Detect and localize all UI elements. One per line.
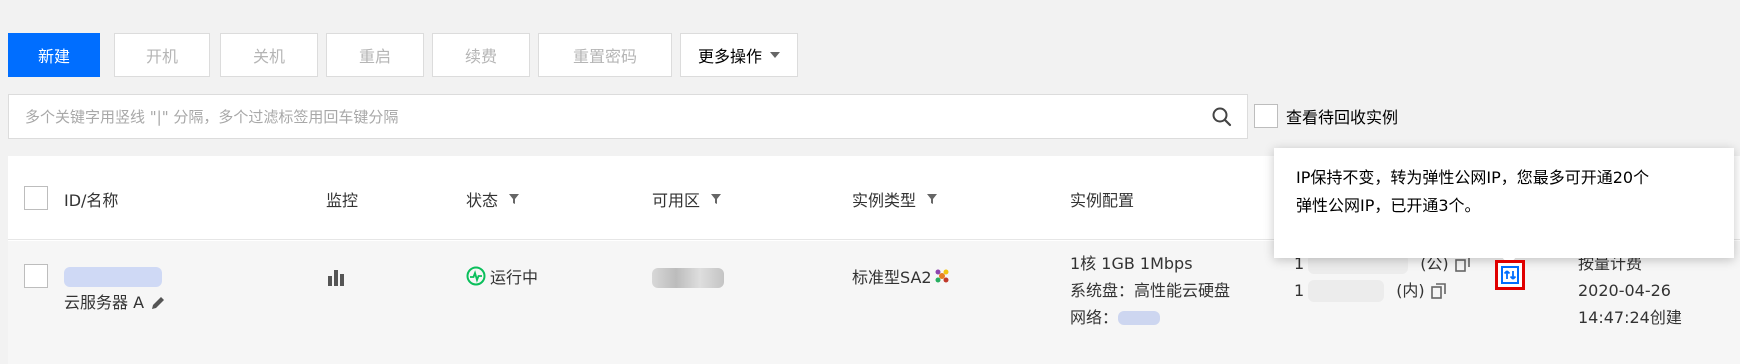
search-icon[interactable] [1211, 106, 1233, 128]
shutdown-button[interactable]: 关机 [220, 33, 318, 77]
table-row[interactable] [8, 241, 1740, 364]
renew-button[interactable]: 续费 [432, 33, 530, 77]
eip-convert-tooltip: IP保持不变，转为弹性公网IP，您最多可开通20个 弹性公网IP，已开通3个。 [1274, 148, 1734, 258]
restart-button[interactable]: 重启 [326, 33, 424, 77]
zone-cell [652, 268, 724, 292]
zone-value-redacted [652, 268, 724, 288]
config-cell: 1核 1GB 1Mbps 系统盘：高性能云硬盘 网络： [1070, 250, 1230, 331]
filter-icon[interactable] [508, 193, 520, 205]
private-ip-redacted [1308, 279, 1385, 302]
filter-icon[interactable] [710, 193, 722, 205]
recycle-checkbox[interactable] [1254, 104, 1278, 128]
instance-id-link[interactable] [64, 266, 162, 287]
start-button[interactable]: 开机 [114, 33, 210, 77]
created-time: 14:47:24创建 [1578, 308, 1682, 327]
create-button[interactable]: 新建 [8, 33, 100, 77]
row-checkbox[interactable] [24, 264, 48, 288]
copy-icon[interactable] [1430, 282, 1447, 299]
config-spec: 1核 1GB 1Mbps [1070, 254, 1193, 273]
edit-icon[interactable] [150, 295, 166, 311]
filter-icon[interactable] [926, 193, 938, 205]
header-monitor: 监控 [326, 191, 359, 210]
more-actions-dropdown[interactable]: 更多操作 [680, 33, 798, 77]
reset-password-button[interactable]: 重置密码 [538, 33, 672, 77]
instance-badge-icon [935, 269, 949, 282]
billing-cell: 按量计费 2020-04-26 14:47:24创建 [1578, 250, 1682, 331]
private-ip-tag: (内) [1396, 281, 1425, 300]
instance-id-name-cell: 云服务器 A [64, 262, 166, 316]
search-bar [8, 94, 1248, 139]
instance-type-text: 标准型SA2 [852, 267, 932, 287]
network-label: 网络： [1070, 308, 1119, 327]
recycle-filter: 查看待回收实例 [1254, 104, 1398, 128]
search-input[interactable] [25, 107, 1175, 126]
private-ip-prefix: 1 [1294, 281, 1305, 300]
header-status[interactable]: 状态 [466, 187, 520, 211]
running-status-icon [466, 266, 486, 285]
bar-chart-icon[interactable] [326, 268, 346, 286]
network-value-redacted[interactable] [1118, 310, 1161, 325]
more-actions-label: 更多操作 [697, 47, 762, 66]
config-disk: 系统盘：高性能云硬盘 [1070, 281, 1231, 300]
header-zone-label: 可用区 [652, 191, 701, 210]
instance-name: 云服务器 A [64, 293, 145, 312]
instance-type-cell: 标准型SA2 [852, 262, 950, 289]
tooltip-line2: 弹性公网IP，已开通3个。 [1296, 196, 1481, 215]
convert-to-eip-button[interactable] [1495, 260, 1525, 290]
header-zone[interactable]: 可用区 [652, 187, 722, 211]
header-id-name: ID/名称 [64, 191, 119, 210]
header-instance-type-label: 实例类型 [852, 191, 917, 210]
chevron-down-icon [770, 52, 780, 58]
header-status-label: 状态 [466, 191, 499, 210]
status-cell: 运行中 [466, 262, 538, 289]
select-all-checkbox[interactable] [24, 186, 48, 210]
created-date: 2020-04-26 [1578, 281, 1671, 300]
tooltip-line1: IP保持不变，转为弹性公网IP，您最多可开通20个 [1296, 168, 1650, 187]
header-instance-type[interactable]: 实例类型 [852, 187, 938, 211]
convert-ip-icon [1501, 266, 1519, 284]
recycle-checkbox-label: 查看待回收实例 [1286, 108, 1399, 127]
header-config: 实例配置 [1070, 191, 1135, 210]
status-text: 运行中 [490, 267, 539, 287]
ip-cell: 1 (公) 1 (内) [1294, 250, 1471, 304]
